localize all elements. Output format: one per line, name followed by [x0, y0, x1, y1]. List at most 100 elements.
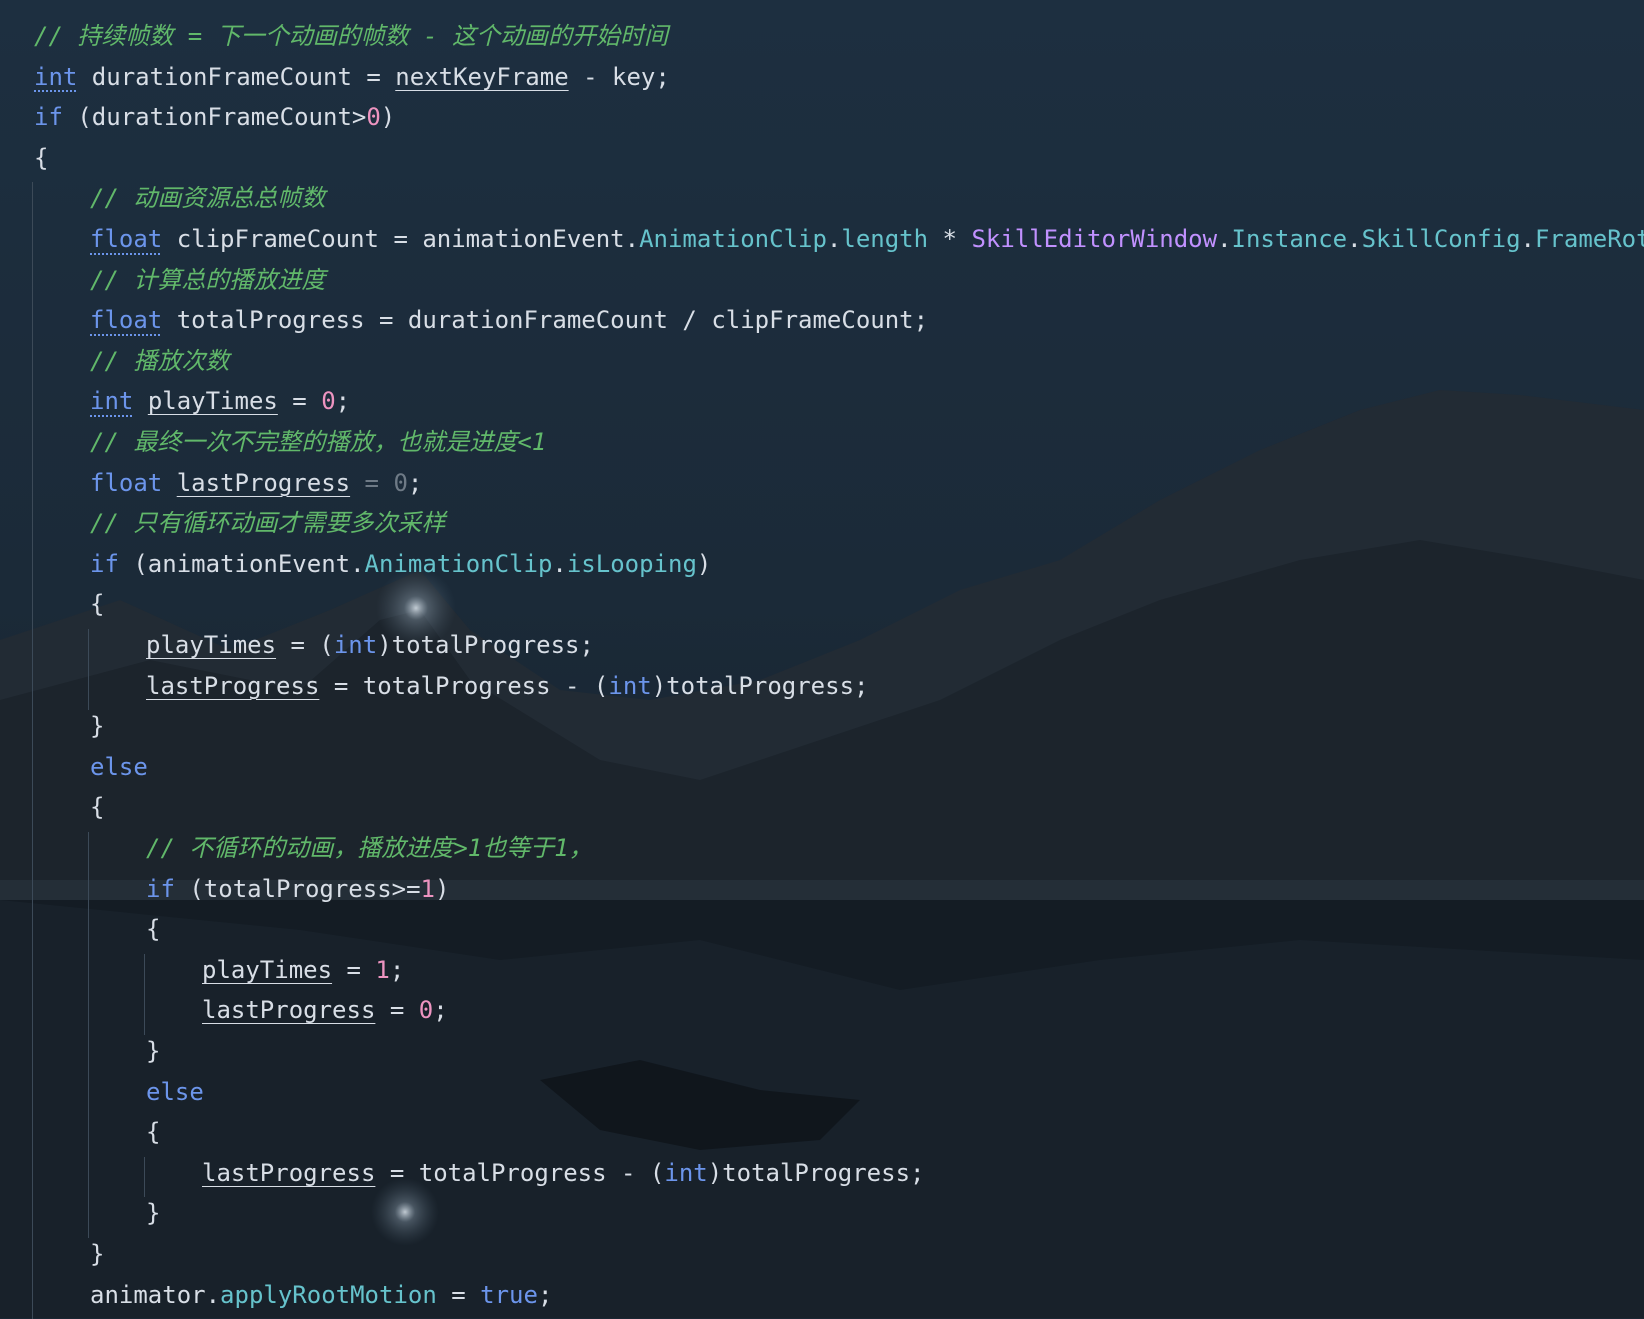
code-token: // 最终一次不完整的播放，也就是进度<1 [90, 428, 547, 456]
code-token: applyRootMotion [220, 1280, 437, 1309]
code-line[interactable]: // 持续帧数 = 下一个动画的帧数 - 这个动画的开始时间 [34, 16, 668, 56]
code-line[interactable]: // 最终一次不完整的播放，也就是进度<1 [90, 422, 546, 462]
code-token: = ( [276, 631, 334, 659]
code-token: float [90, 468, 163, 497]
code-token: if [146, 874, 175, 903]
code-token: nextKeyFrame [395, 62, 569, 91]
code-line[interactable]: // 播放次数 [90, 341, 229, 381]
code-token: isLooping [566, 549, 697, 578]
code-token: ; [389, 955, 405, 984]
indent-guide [144, 1156, 145, 1198]
code-line[interactable]: } [90, 706, 104, 746]
code-token: playTimes [147, 387, 278, 416]
code-line[interactable]: playTimes = (int)totalProgress; [146, 625, 594, 665]
code-token: else [90, 752, 148, 781]
code-line[interactable]: } [146, 1031, 160, 1071]
code-line[interactable]: // 动画资源总总帧数 [90, 178, 325, 218]
code-token: { [34, 143, 49, 172]
code-token: )totalProgress; [377, 631, 594, 659]
code-line[interactable]: } [90, 1234, 104, 1274]
code-line[interactable]: { [146, 909, 160, 949]
code-token: = [375, 996, 419, 1025]
code-token: else [146, 1077, 204, 1106]
code-token: ) [696, 549, 712, 578]
indent-guide [144, 953, 145, 1035]
code-token: // 只有循环动画才需要多次采样 [90, 509, 446, 538]
code-token: // 不循环的动画，播放进度>1也等于1， [146, 834, 593, 862]
code-line[interactable]: { [90, 787, 104, 827]
code-token: } [90, 712, 105, 741]
code-token: ) [435, 874, 450, 903]
code-token: } [146, 1037, 161, 1065]
code-line[interactable]: else [90, 747, 148, 787]
code-token: (durationFrameCount> [62, 103, 367, 132]
code-line[interactable]: { [146, 1112, 160, 1152]
code-line[interactable]: playTimes = 1; [202, 950, 404, 990]
code-token: Instance [1231, 225, 1348, 253]
code-token: = [436, 1280, 481, 1309]
code-token: ; [407, 468, 423, 497]
code-line[interactable]: lastProgress = totalProgress - (int)tota… [202, 1153, 924, 1193]
code-token: 1 [420, 874, 435, 903]
code-line[interactable]: animator.applyRootMotion = true; [90, 1275, 552, 1315]
code-token: ; [335, 387, 351, 416]
code-token: AnimationClip [364, 549, 553, 578]
code-line[interactable]: { [34, 138, 48, 178]
code-token: } [90, 1240, 105, 1268]
code-token: . [1520, 225, 1535, 253]
code-token: ) [380, 103, 396, 132]
code-editor[interactable]: // 持续帧数 = 下一个动画的帧数 - 这个动画的开始时间 int durati… [0, 0, 1644, 1319]
code-token: * [928, 225, 972, 253]
code-token: SkillConfig [1361, 225, 1521, 253]
code-token: if [90, 549, 119, 578]
code-line[interactable]: { [90, 584, 104, 624]
code-token: = [332, 955, 376, 984]
code-token: )totalProgress; [707, 1158, 925, 1187]
code-token: ; [433, 996, 448, 1025]
code-line[interactable]: int playTimes = 0; [90, 381, 350, 421]
code-token: . [826, 225, 842, 253]
code-line[interactable]: // 计算总的播放进度 [90, 260, 325, 300]
code-line[interactable]: } [146, 1193, 160, 1233]
code-token: if [34, 103, 63, 132]
code-token: AnimationClip [639, 225, 827, 253]
code-token: { [90, 793, 105, 822]
code-token: int [608, 671, 652, 700]
code-token: 1 [375, 955, 390, 984]
code-token: lastProgress [202, 1158, 376, 1187]
code-token: // 持续帧数 = 下一个动画的帧数 - 这个动画的开始时间 [34, 22, 669, 50]
code-token: { [146, 915, 161, 944]
code-token: float [90, 306, 163, 335]
code-line[interactable]: if (animationEvent.AnimationClip.isLoopi… [90, 544, 711, 584]
code-token: { [90, 590, 105, 619]
code-token: lastProgress [176, 468, 351, 497]
code-token: lastProgress [146, 671, 320, 700]
code-token: 0 [418, 996, 434, 1025]
code-line[interactable]: lastProgress = 0; [202, 990, 448, 1030]
indent-guide [88, 629, 89, 711]
code-line[interactable]: lastProgress = totalProgress - (int)tota… [146, 666, 868, 706]
code-token: playTimes [146, 631, 277, 659]
code-token: durationFrameCount = [77, 62, 396, 91]
code-token: - key; [568, 62, 670, 91]
code-line[interactable]: else [146, 1072, 204, 1112]
code-line[interactable]: // 不循环的动画，播放进度>1也等于1， [146, 828, 593, 868]
code-token: 0 [321, 387, 336, 416]
code-line[interactable]: float clipFrameCount = animationEvent.An… [90, 219, 1644, 259]
code-token: playTimes [202, 955, 333, 984]
code-token: = totalProgress - ( [375, 1158, 665, 1187]
code-line[interactable]: int durationFrameCount = nextKeyFrame - … [34, 57, 670, 97]
code-line[interactable]: // 只有循环动画才需要多次采样 [90, 503, 445, 543]
code-token: int [333, 631, 378, 659]
code-token: int [90, 387, 134, 416]
code-line[interactable]: float lastProgress = 0; [90, 463, 422, 503]
code-token: 0 [366, 103, 381, 132]
code-token: // 动画资源总总帧数 [90, 184, 326, 213]
indent-guide [88, 832, 89, 1238]
code-line[interactable]: if (totalProgress>=1) [146, 869, 449, 909]
code-token: float [90, 225, 163, 253]
code-line[interactable]: float totalProgress = durationFrameCount… [90, 300, 928, 340]
code-line[interactable]: if (durationFrameCount>0) [34, 97, 395, 137]
code-token: animator. [90, 1280, 221, 1309]
